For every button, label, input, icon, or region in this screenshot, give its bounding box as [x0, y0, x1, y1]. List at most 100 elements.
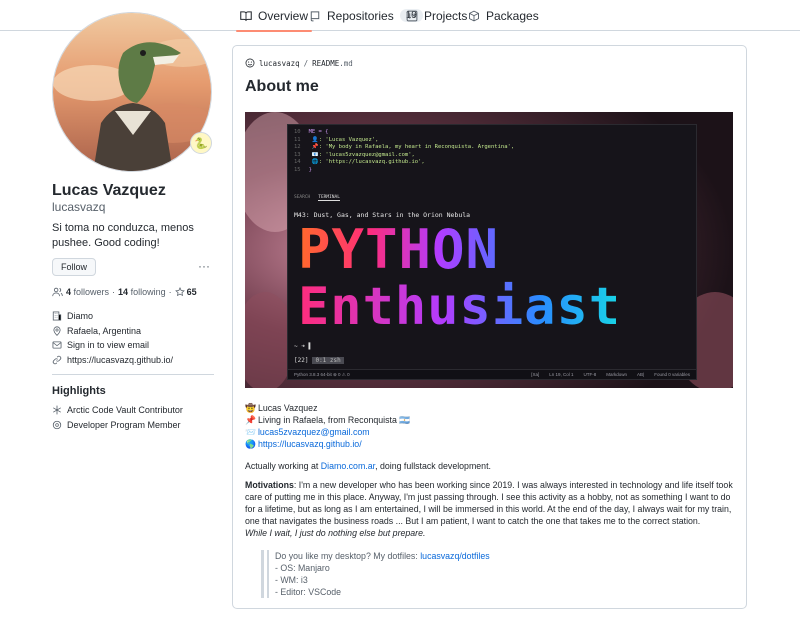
code-line: 13 📧: 'lucas5zvazquez@gmail.com',	[294, 151, 415, 158]
highlight-item[interactable]: Arctic Code Vault Contributor	[52, 402, 183, 417]
tab-projects[interactable]: Projects	[406, 0, 467, 31]
organization-icon	[52, 311, 62, 321]
sidebar-divider	[52, 374, 214, 375]
quote-item-editor: - Editor: VSCode	[275, 587, 342, 597]
profile-details: Diamo Rafaela, Argentina Sign in to view…	[52, 309, 173, 367]
panel-tabs: SEARCH TERMINAL	[294, 195, 340, 201]
stats-separator: ·	[112, 287, 116, 297]
cpu-icon	[52, 420, 62, 430]
pushpin-emoji-icon: 📌	[245, 415, 256, 425]
quote-item-wm: - WM: i3	[275, 575, 308, 585]
mail-icon	[52, 340, 62, 350]
contact-item: 📨 lucas5zvazquez@gmail.com	[245, 426, 735, 438]
tab-overview-label: Overview	[258, 8, 309, 23]
panel-tab-search: SEARCH	[294, 195, 311, 200]
profile-bio: Si toma no conduzca, menos pushee. Good …	[52, 222, 194, 249]
profile-username: lucasvazq	[52, 200, 106, 214]
code-line: 15}	[294, 166, 312, 173]
motivations-label: Motivations	[245, 480, 294, 490]
tmux-session: [22]	[294, 357, 309, 364]
avatar-container: 🐍	[52, 12, 212, 172]
followers-count: 4	[66, 287, 72, 297]
terminal-window: 10 ME = { 11 👤: 'Lucas Vazquez', 12 📌: 'M…	[287, 124, 697, 380]
email-row[interactable]: Sign in to view email	[52, 338, 173, 353]
dotfiles-blockquote: Do you like my desktop? My dotfiles: luc…	[245, 550, 735, 598]
readme-card: lucasvazq / README.md About me 10 ME = { …	[232, 45, 747, 609]
panel-tab-terminal: TERMINAL	[318, 195, 340, 201]
location-text: Rafaela, Argentina	[67, 325, 142, 336]
code-line: 14 🌐: 'https://lucasvazq.github.io',	[294, 159, 425, 165]
terminal-prompt: ~ ➜ ▌	[294, 343, 313, 350]
followers-link[interactable]: 4 followers	[66, 287, 109, 297]
highlights-title: Highlights	[52, 385, 106, 397]
readme-path-separator: /	[303, 58, 309, 68]
code-line: 12 📌: 'My body in Rafaela, my heart in R…	[294, 144, 515, 150]
avatar-image	[53, 13, 211, 171]
following-label: following	[130, 287, 166, 297]
editor-status-bar: Python 3.8.3 64-bit ⊗ 0 ⚠ 0 [Xa] Ln 19, …	[288, 369, 696, 379]
tmux-window: 0:1 zsh	[312, 357, 344, 364]
contact-email-link[interactable]: lucas5zvazquez@gmail.com	[258, 426, 370, 438]
tab-packages[interactable]: Packages	[468, 0, 539, 31]
dotfiles-link[interactable]: lucasvazq/dotfiles	[420, 551, 489, 561]
follow-button[interactable]: Follow	[52, 258, 96, 276]
tab-projects-label: Projects	[424, 8, 468, 23]
globe-emoji-icon: 🌎	[245, 439, 256, 449]
cowboy-emoji-icon: 🤠	[245, 403, 256, 413]
diamo-link[interactable]: Diamo.com.ar	[321, 461, 375, 471]
quote-bar-inner	[267, 550, 269, 598]
snowflake-icon	[52, 405, 62, 415]
code-editor: 10 ME = { 11 👤: 'Lucas Vazquez', 12 📌: 'M…	[294, 129, 514, 174]
envelope-emoji-icon: 📨	[245, 427, 256, 437]
quote-bar	[261, 550, 264, 598]
following-link[interactable]: 14 following	[118, 287, 166, 297]
readme-banner-image: 10 ME = { 11 👤: 'Lucas Vazquez', 12 📌: 'M…	[245, 112, 733, 388]
repo-icon	[309, 10, 321, 22]
contact-name: Lucas Vazquez	[257, 403, 318, 413]
motivations-text: : I'm a new developer who has been worki…	[245, 480, 733, 526]
quote-prefix: Do you like my desktop? My dotfiles:	[275, 551, 421, 561]
code-line: 11 👤: 'Lucas Vazquez',	[294, 136, 379, 143]
tab-repositories-label: Repositories	[327, 8, 394, 23]
link-icon	[52, 355, 62, 365]
quote-content: Do you like my desktop? My dotfiles: luc…	[275, 550, 490, 598]
contact-list: 🤠 Lucas Vazquez 📌 Living in Rafaela, from …	[245, 402, 735, 450]
contact-item: 🤠 Lucas Vazquez	[245, 402, 735, 414]
email-text[interactable]: Sign in to view email	[67, 340, 149, 350]
readme-path-file[interactable]: README.md	[312, 59, 353, 68]
company-text: Diamo	[67, 311, 94, 322]
profile-fullname: Lucas Vazquez	[52, 182, 166, 199]
working-prefix: Actually working at	[245, 461, 321, 471]
ascii-enthusiast: Enthusiast	[298, 277, 622, 337]
website-link[interactable]: https://lucasvazq.github.io/	[67, 355, 173, 365]
stats-separator-2: ·	[168, 287, 172, 297]
working-suffix: , doing fullstack development.	[375, 461, 491, 471]
contact-website-link[interactable]: https://lucasvazq.github.io/	[258, 438, 362, 450]
highlights-list: Arctic Code Vault Contributor Developer …	[52, 402, 183, 432]
readme-path: lucasvazq / README.md	[245, 58, 353, 68]
tab-overview[interactable]: Overview	[235, 0, 313, 32]
status-left: Python 3.8.3 64-bit ⊗ 0 ⚠ 0	[294, 371, 350, 377]
motivations-italic: While I wait, I just do nothing else but…	[245, 528, 426, 538]
readme-path-user[interactable]: lucasvazq	[259, 59, 300, 68]
stars-link[interactable]: 65	[174, 287, 197, 297]
motivations-paragraph: Motivations: I'm a new developer who has…	[245, 479, 735, 539]
company-row: Diamo	[52, 309, 173, 324]
stars-count: 65	[186, 287, 197, 297]
highlight-item[interactable]: Developer Program Member	[52, 417, 183, 432]
contact-location: Living in Rafaela, from Reconquista 🇦🇷	[257, 415, 411, 425]
star-icon	[174, 287, 185, 297]
highlight-developer-program: Developer Program Member	[67, 419, 181, 430]
location-row: Rafaela, Argentina	[52, 324, 173, 339]
status-right: [Xa] Ln 19, Col 1 UTF-8 Markdown AB| Fou…	[531, 372, 690, 377]
status-emoji-badge[interactable]: 🐍	[190, 132, 212, 154]
working-paragraph: Actually working at Diamo.com.ar, doing …	[245, 460, 735, 472]
project-icon	[406, 10, 418, 22]
avatar[interactable]	[52, 12, 212, 172]
more-options-button[interactable]: ···	[196, 258, 212, 276]
readme-heading: About me	[245, 78, 319, 95]
ascii-python: PYTHON	[298, 218, 500, 281]
website-row[interactable]: https://lucasvazq.github.io/	[52, 353, 173, 368]
code-line: 10 ME = {	[294, 129, 329, 135]
highlight-arctic-vault: Arctic Code Vault Contributor	[67, 404, 183, 415]
